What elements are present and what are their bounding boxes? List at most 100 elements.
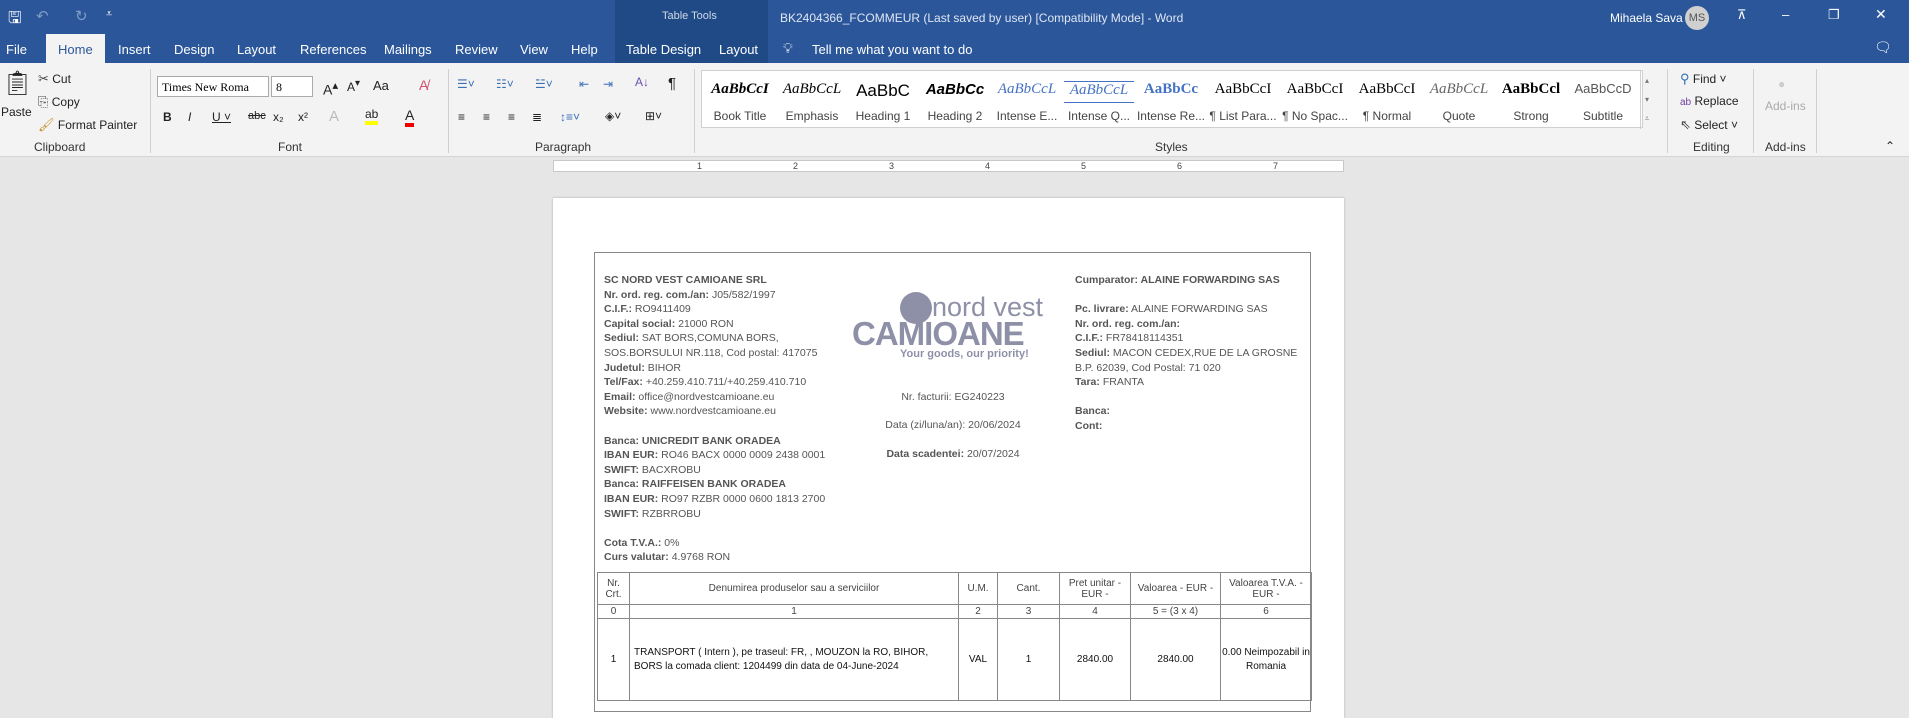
align-center-icon[interactable]: ≡ bbox=[483, 110, 490, 124]
info-line: Tel/Fax: +40.259.410.711/+40.259.410.710 bbox=[604, 375, 825, 390]
user-name[interactable]: Mihaela Sava bbox=[1610, 11, 1683, 25]
table-header-row: Nr. Crt. Denumirea produselor sau a serv… bbox=[597, 572, 1312, 605]
style-subtitle[interactable]: AaBbCcD Subtitle bbox=[1568, 71, 1638, 123]
sort-icon[interactable]: A↓ bbox=[635, 75, 649, 89]
subscript-icon[interactable]: x₂ bbox=[273, 110, 284, 124]
tab-layout[interactable]: Layout bbox=[237, 42, 276, 57]
restore-icon[interactable]: ❐ bbox=[1828, 7, 1840, 23]
clear-formatting-icon[interactable]: A̸ bbox=[419, 77, 428, 93]
line-spacing-icon[interactable]: ↕≡˅ bbox=[560, 110, 580, 124]
style-book-title[interactable]: AaBbCcI Book Title bbox=[705, 71, 775, 123]
justify-icon[interactable]: ≣ bbox=[532, 110, 542, 124]
tab-home[interactable]: Home bbox=[46, 34, 105, 63]
tab-table-design[interactable]: Table Design bbox=[626, 42, 701, 57]
ruler-tick: 4 bbox=[985, 161, 991, 171]
tab-file[interactable]: File bbox=[6, 42, 27, 57]
copy-button[interactable]: ⎘ Copy bbox=[38, 94, 80, 110]
style-quote[interactable]: AaBbCcL Quote bbox=[1424, 71, 1494, 123]
tell-me-search[interactable]: Tell me what you want to do bbox=[812, 42, 972, 57]
bold-icon[interactable]: B bbox=[163, 110, 172, 124]
highlight-icon[interactable]: ab bbox=[365, 107, 379, 125]
minimize-icon[interactable]: – bbox=[1782, 7, 1789, 22]
customize-qat-icon[interactable]: ⩡ bbox=[106, 8, 112, 21]
select-button[interactable]: ⇖ Select ˅ bbox=[1680, 117, 1738, 133]
style-intense-emphasis[interactable]: AaBbCcL Intense E... bbox=[992, 71, 1062, 123]
replace-button[interactable]: ab Replace bbox=[1680, 94, 1739, 108]
style-name: Heading 1 bbox=[855, 109, 911, 123]
info-label: Sediul: bbox=[1075, 346, 1111, 359]
increase-indent-icon[interactable]: ⇥ bbox=[603, 77, 613, 91]
info-label: Tel/Fax: bbox=[604, 376, 643, 389]
ribbon-display-icon[interactable]: ⊼ bbox=[1737, 7, 1747, 23]
borders-icon[interactable]: ⊞˅ bbox=[645, 109, 662, 123]
info-line: Email: office@nordvestcamioane.eu bbox=[604, 390, 825, 405]
tab-references[interactable]: References bbox=[300, 42, 366, 57]
paste-button[interactable]: Paste bbox=[1, 105, 32, 119]
cell-vat: 0.00 Neimpozabil in Romania bbox=[1220, 618, 1312, 701]
tab-insert[interactable]: Insert bbox=[118, 42, 151, 57]
font-size-select[interactable]: 8 bbox=[271, 76, 313, 97]
style-strong[interactable]: AaBbCcl Strong bbox=[1496, 71, 1566, 123]
table-row[interactable]: 1 TRANSPORT ( Intern ), pe traseul: FR, … bbox=[597, 618, 1312, 701]
collapse-ribbon-icon[interactable]: ⌃ bbox=[1885, 139, 1895, 153]
change-case-button[interactable]: Aa bbox=[373, 78, 389, 93]
tab-design[interactable]: Design bbox=[174, 42, 214, 57]
save-icon[interactable]: 🖫 bbox=[8, 7, 22, 34]
font-color-icon[interactable]: A bbox=[405, 107, 415, 127]
cut-button[interactable]: ✂ Cut bbox=[38, 71, 71, 87]
superscript-icon[interactable]: x² bbox=[298, 110, 308, 124]
style-heading-2[interactable]: AaBbCc Heading 2 bbox=[920, 71, 990, 123]
multilevel-list-icon[interactable]: ☱˅ bbox=[535, 77, 553, 91]
format-painter-label: Format Painter bbox=[57, 118, 138, 132]
tab-help[interactable]: Help bbox=[571, 42, 598, 57]
style-sample: AaBbCcD bbox=[1574, 81, 1632, 96]
lightbulb-icon: 💡︎ bbox=[783, 40, 793, 56]
align-right-icon[interactable]: ≡ bbox=[508, 110, 515, 124]
info-value: +40.259.410.711/+40.259.410.710 bbox=[642, 376, 807, 389]
style-intense-quote[interactable]: AaBbCcL Intense Q... bbox=[1064, 71, 1134, 123]
align-left-icon[interactable]: ≡ bbox=[458, 110, 465, 124]
horizontal-ruler[interactable]: 1 2 3 4 5 6 7 bbox=[553, 160, 1344, 172]
grow-font-icon[interactable]: A▴ bbox=[323, 78, 338, 98]
clipboard-group-label: Clipboard bbox=[34, 140, 86, 154]
tab-table-layout[interactable]: Layout bbox=[719, 42, 758, 57]
table-index-row: 0 1 2 3 4 5 = (3 x 4) 6 bbox=[597, 604, 1312, 619]
italic-icon[interactable]: I bbox=[188, 110, 191, 124]
shading-icon[interactable]: ◈˅ bbox=[605, 109, 621, 123]
info-label: Banca: bbox=[1075, 405, 1111, 418]
find-button[interactable]: ⚲ Find ˅ bbox=[1680, 71, 1727, 87]
comments-icon[interactable]: 🗨︎ bbox=[1874, 39, 1892, 56]
style-emphasis[interactable]: AaBbCcL Emphasis bbox=[777, 71, 847, 123]
paste-icon[interactable]: 📋︎ bbox=[2, 69, 32, 98]
info-line bbox=[1075, 390, 1297, 405]
style-list-paragraph[interactable]: AaBbCcI ¶ List Para... bbox=[1208, 71, 1278, 123]
redo-icon[interactable]: ↻ bbox=[75, 7, 88, 25]
style-no-spacing[interactable]: AaBbCcI ¶ No Spac... bbox=[1280, 71, 1350, 123]
tab-review[interactable]: Review bbox=[455, 42, 498, 57]
cell-um: VAL bbox=[958, 618, 998, 701]
format-painter-button[interactable]: 🖌︎ Format Painter bbox=[38, 117, 137, 133]
bullets-icon[interactable]: ☰˅ bbox=[457, 77, 475, 91]
avatar[interactable]: MS bbox=[1685, 6, 1709, 30]
styles-scroll[interactable]: ▴ ▾ ⩡ bbox=[1640, 71, 1653, 129]
show-marks-icon[interactable]: ¶ bbox=[668, 75, 676, 92]
shrink-font-icon[interactable]: A▾ bbox=[347, 78, 360, 94]
info-value: www.nordvestcamioane.eu bbox=[647, 405, 776, 418]
text-effects-icon[interactable]: A bbox=[329, 108, 339, 125]
info-value: J05/582/1997 bbox=[709, 288, 776, 301]
style-normal[interactable]: AaBbCcI ¶ Normal bbox=[1352, 71, 1422, 123]
tab-mailings[interactable]: Mailings bbox=[384, 42, 432, 57]
close-icon[interactable]: ✕ bbox=[1875, 6, 1887, 23]
tab-view[interactable]: View bbox=[520, 42, 548, 57]
decrease-indent-icon[interactable]: ⇤ bbox=[579, 77, 589, 91]
info-line: Curs valutar: 4.9768 RON bbox=[604, 550, 825, 565]
underline-icon[interactable]: U ˅ bbox=[212, 110, 231, 124]
numbering-icon[interactable]: ☷˅ bbox=[496, 77, 514, 91]
undo-icon[interactable]: ↶ bbox=[36, 7, 49, 25]
addins-button[interactable]: Add-ins bbox=[1765, 99, 1806, 113]
font-name-select[interactable]: Times New Roma bbox=[157, 76, 269, 97]
style-intense-reference[interactable]: AaBbCc Intense Re... bbox=[1136, 71, 1206, 123]
style-heading-1[interactable]: AaBbC Heading 1 bbox=[848, 71, 918, 123]
index-cell: 0 bbox=[597, 604, 630, 619]
strikethrough-icon[interactable]: abc bbox=[248, 110, 266, 122]
